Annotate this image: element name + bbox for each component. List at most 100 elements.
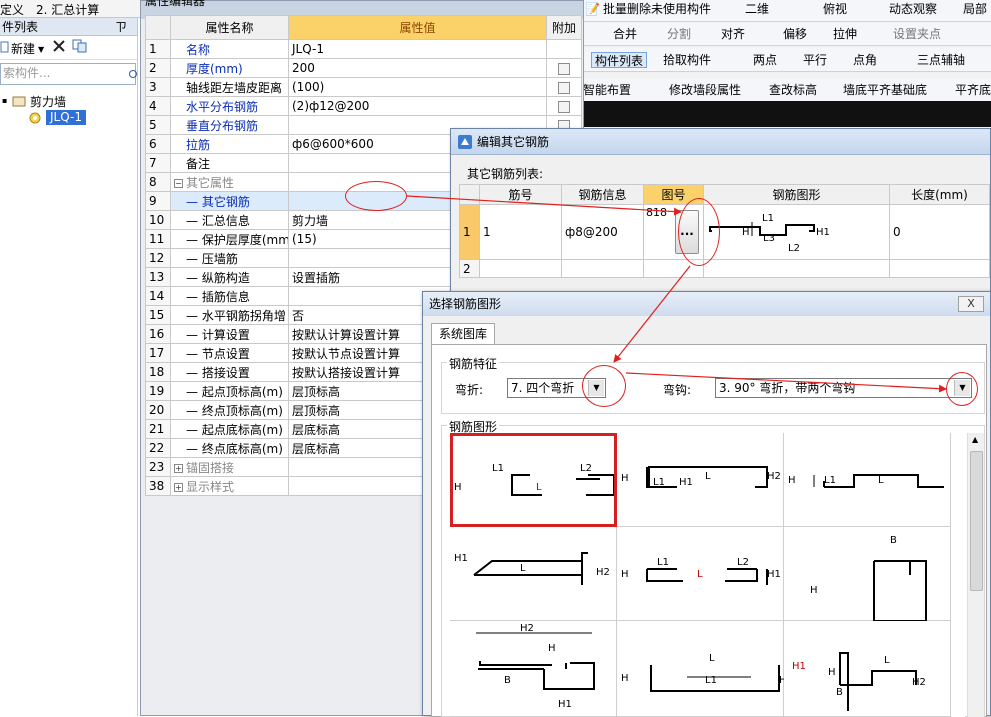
tree-expand-icon[interactable]: ▪ [2, 96, 7, 105]
offset-button[interactable]: 偏移 [783, 26, 807, 42]
row-number: 14 [145, 286, 171, 306]
merge-button[interactable]: 合并 [613, 26, 637, 42]
extra-checkbox[interactable] [558, 62, 570, 75]
component-list-button[interactable]: 构件列表 [591, 52, 648, 68]
table-row[interactable]: 2 [459, 259, 990, 278]
svg-text:L1: L1 [705, 675, 717, 686]
row-number: 22 [145, 438, 171, 458]
tree-item-jlq-1[interactable]: JLQ-1 [46, 110, 86, 125]
expand-icon[interactable]: + [174, 482, 183, 492]
table-row[interactable]: 3 轴线距左墙皮距离 (100) [145, 77, 582, 97]
three-point-axis-button[interactable]: 三点辅轴 [917, 52, 965, 68]
svg-text:L: L [884, 655, 890, 666]
column-bar-no: 筋号 [479, 184, 562, 205]
shape-cell-5[interactable]: H L1 L2 L H1 [617, 527, 784, 621]
svg-text:H1: H1 [454, 553, 468, 564]
smart-layout-button[interactable]: 智能布置 [583, 82, 631, 98]
table-row[interactable]: 2 厚度(mm) 200 [145, 58, 582, 78]
scroll-up-icon[interactable]: ▲ [972, 435, 978, 444]
bar-no-cell[interactable]: 1 [479, 204, 562, 260]
toolbar-row-4: 智能布置 修改墙段属性 查改标高 墙底平齐基础底 平齐底 [583, 78, 991, 102]
new-button[interactable]: 新建 [11, 40, 35, 57]
collapse-icon[interactable]: − [174, 178, 183, 188]
bar-no-cell[interactable] [479, 259, 562, 278]
align-button[interactable]: 对齐 [721, 26, 745, 42]
property-value[interactable]: JLQ-1 [288, 39, 547, 59]
extra-checkbox[interactable] [558, 100, 570, 113]
hook-select[interactable]: 3. 90° 弯折，带两个弯钩 ▼ [715, 378, 972, 398]
copy-icon[interactable] [72, 39, 88, 53]
property-value[interactable]: (100) [288, 77, 547, 97]
property-value[interactable]: (2)ф12@200 [288, 96, 547, 116]
row-number: 9 [145, 191, 171, 211]
svg-text:H: H [788, 475, 796, 486]
svg-text:H2: H2 [767, 471, 781, 482]
two-point-button[interactable]: 两点 [753, 52, 777, 68]
svg-text:B: B [836, 687, 843, 698]
menu-item-define[interactable]: 定义 [0, 1, 24, 17]
shape-grid-scrollbar[interactable]: ▲ [967, 433, 984, 717]
column-length: 长度(mm) [889, 184, 990, 205]
search-icon[interactable] [128, 68, 138, 82]
property-name: 轴线距左墙皮距离 [170, 77, 289, 97]
component-list-title: 件列表 [2, 20, 39, 34]
length-cell[interactable] [889, 259, 990, 278]
shape-cell-3[interactable]: H L1 L [784, 433, 951, 527]
property-group-anchor[interactable]: + 锚固搭接 [170, 457, 289, 477]
chevron-down-icon[interactable]: ▼ [38, 45, 44, 54]
close-button[interactable]: X [958, 296, 984, 312]
check-elevation-button[interactable]: 查改标高 [769, 82, 817, 98]
modify-wall-props-button[interactable]: 修改墙段属性 [669, 82, 741, 98]
hook-select-value: 3. 90° 弯折，带两个弯钩 [719, 381, 856, 395]
column-extra: 附加 [546, 15, 582, 40]
scroll-thumb[interactable] [970, 451, 983, 591]
table-row[interactable]: 1 名称 JLQ-1 [145, 39, 582, 59]
bar-info-cell[interactable]: ф8@200 [561, 204, 644, 260]
shape-cell-6[interactable]: B H [784, 527, 951, 621]
view-2d-button[interactable]: 二维 [745, 1, 769, 17]
shape-cell-9[interactable]: H1 H B L H2 [784, 621, 951, 717]
table-row[interactable]: 4 水平分布钢筋 (2)ф12@200 [145, 96, 582, 116]
pick-component-button[interactable]: 拾取构件 [663, 52, 711, 68]
local-view-button[interactable]: 局部 [963, 1, 987, 17]
top-view-button[interactable]: 俯视 [823, 1, 847, 17]
point-angle-button[interactable]: 点角 [853, 52, 877, 68]
pin-icon[interactable]: ㄗ [115, 18, 127, 36]
delete-icon[interactable] [52, 39, 66, 53]
shape-cell-8[interactable]: H L L1 H1 [617, 621, 784, 717]
property-value[interactable]: 200 [288, 58, 547, 78]
shape-cell-7[interactable]: H2 H B H1 [450, 621, 617, 717]
parallel-button[interactable]: 平行 [803, 52, 827, 68]
bar-info-cell[interactable] [561, 259, 644, 278]
row-number: 23 [145, 457, 171, 477]
dynamic-observe-button[interactable]: 动态观察 [889, 1, 937, 17]
shape-label-l1: L1 [762, 213, 774, 224]
split-button[interactable]: 分割 [667, 26, 691, 42]
extra-checkbox[interactable] [558, 81, 570, 94]
batch-delete-icon: 📝 [585, 2, 600, 16]
property-group-other[interactable]: − 其它属性 [170, 172, 289, 192]
annotation-ellipse-browse [678, 198, 720, 266]
set-grip-button[interactable]: 设置夹点 [893, 26, 941, 42]
shape-cell-4[interactable]: H1 L H2 [450, 527, 617, 621]
svg-text:H1: H1 [679, 477, 693, 488]
component-search-input[interactable]: 索构件... [0, 63, 136, 85]
row-number: 1 [145, 39, 171, 59]
stretch-button[interactable]: 拉伸 [833, 26, 857, 42]
shape-cell-1[interactable]: H L1 L2 L [450, 433, 617, 527]
expand-icon[interactable]: + [174, 463, 183, 473]
shape-cell-2[interactable]: H L H2 L1 H1 [617, 433, 784, 527]
batch-delete-button[interactable]: 批量删除未使用构件 [603, 1, 711, 17]
flush-bottom-button[interactable]: 平齐底 [955, 82, 991, 98]
drawing-canvas[interactable] [583, 101, 991, 127]
tree-root-shear-wall[interactable]: 剪力墙 [30, 93, 66, 110]
extra-cell [546, 77, 582, 97]
length-cell[interactable]: 0 [889, 204, 990, 260]
gear-icon [28, 111, 42, 125]
property-group-display[interactable]: + 显示样式 [170, 476, 289, 496]
menu-item-summary[interactable]: 2. 汇总计算 [36, 1, 99, 17]
property-name: 名称 [170, 39, 289, 59]
tab-system-library[interactable]: 系统图库 [431, 323, 495, 344]
table-row[interactable]: 1 1 ф8@200 818 ... L1 H L3 H1 L2 0 [459, 204, 990, 260]
wall-bottom-flush-button[interactable]: 墙底平齐基础底 [843, 82, 927, 98]
